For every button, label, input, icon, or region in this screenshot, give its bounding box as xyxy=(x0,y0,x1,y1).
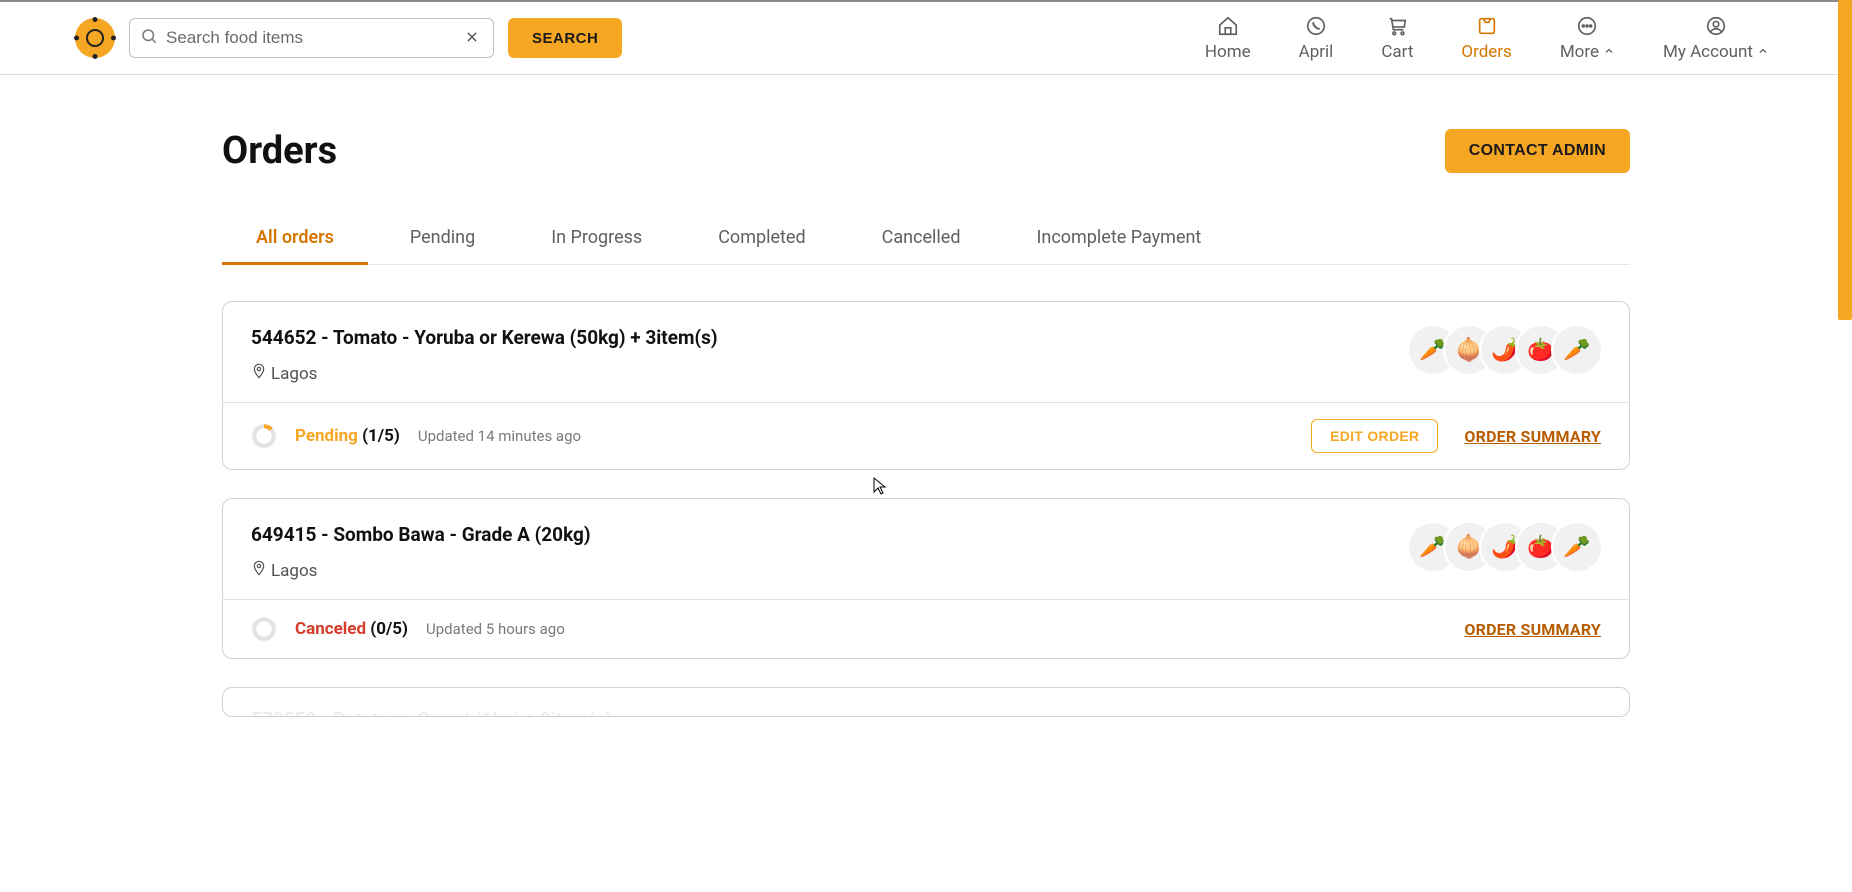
order-top: 649415 - Sombo Bawa - Grade A (20kg) Lag… xyxy=(223,499,1629,599)
order-card: 649415 - Sombo Bawa - Grade A (20kg) Lag… xyxy=(222,498,1630,659)
tab-completed[interactable]: Completed xyxy=(716,215,807,264)
nav-links: Home April Cart xyxy=(1205,14,1777,62)
order-summary-link[interactable]: ORDER SUMMARY xyxy=(1464,427,1601,446)
order-thumbnails: 🥕 🧅 🌶️ 🍅 🥕 xyxy=(1409,326,1601,374)
search-input[interactable] xyxy=(166,28,461,48)
order-info: 649415 - Sombo Bawa - Grade A (20kg) Lag… xyxy=(251,523,591,581)
order-title: 649415 - Sombo Bawa - Grade A (20kg) xyxy=(251,523,591,546)
nav-my-account-label: My Account xyxy=(1663,42,1769,62)
cart-icon xyxy=(1386,14,1408,38)
tab-all-orders[interactable]: All orders xyxy=(254,215,336,264)
page-header: Orders CONTACT ADMIN xyxy=(222,129,1630,173)
page-content: Orders CONTACT ADMIN All orders Pending … xyxy=(222,75,1630,717)
order-bottom: Pending (1/5) Updated 14 minutes ago EDI… xyxy=(223,402,1629,469)
nav-april-label: April xyxy=(1299,42,1334,62)
order-top: 544652 - Tomato - Yoruba or Kerewa (50kg… xyxy=(223,302,1629,402)
order-location: Lagos xyxy=(251,363,718,384)
order-actions: EDIT ORDER ORDER SUMMARY xyxy=(1311,419,1601,453)
order-summary-link[interactable]: ORDER SUMMARY xyxy=(1464,620,1601,639)
topbar-left: SEARCH xyxy=(75,18,622,58)
topbar: SEARCH Home April xyxy=(0,0,1852,75)
search-container xyxy=(129,18,494,58)
page-title: Orders xyxy=(222,129,337,173)
order-bottom: Canceled (0/5) Updated 5 hours ago ORDER… xyxy=(223,599,1629,658)
product-thumb: 🥕 xyxy=(1553,326,1601,374)
order-location-text: Lagos xyxy=(271,561,317,581)
account-icon xyxy=(1705,14,1727,38)
nav-my-account[interactable]: My Account xyxy=(1663,14,1769,62)
order-status: Pending (1/5) Updated 14 minutes ago xyxy=(251,423,581,449)
scrollbar[interactable] xyxy=(1838,0,1852,320)
order-updated: Updated 5 hours ago xyxy=(426,620,565,638)
search-button[interactable]: SEARCH xyxy=(508,18,622,58)
tab-cancelled[interactable]: Cancelled xyxy=(880,215,963,264)
tab-in-progress[interactable]: In Progress xyxy=(549,215,644,264)
nav-orders[interactable]: Orders xyxy=(1461,14,1511,62)
more-icon xyxy=(1576,14,1598,38)
nav-cart-label: Cart xyxy=(1381,42,1413,62)
nav-more[interactable]: More xyxy=(1560,14,1615,62)
order-thumbnails: 🥕 🧅 🌶️ 🍅 🥕 xyxy=(1409,523,1601,571)
order-status-text: Pending (1/5) xyxy=(295,426,400,446)
chevron-up-icon xyxy=(1603,42,1615,62)
order-status-text: Canceled (0/5) xyxy=(295,619,408,639)
location-pin-icon xyxy=(251,560,267,581)
order-top: 573552 - Potatoes, Sweet (1kg) + 2item(s… xyxy=(223,688,1629,717)
order-location-text: Lagos xyxy=(271,364,317,384)
location-pin-icon xyxy=(251,363,267,384)
product-thumb: 🥕 xyxy=(1553,523,1601,571)
tab-incomplete-payment[interactable]: Incomplete Payment xyxy=(1034,215,1203,264)
app-logo[interactable] xyxy=(75,18,115,58)
order-info: 544652 - Tomato - Yoruba or Kerewa (50kg… xyxy=(251,326,718,384)
order-actions: ORDER SUMMARY xyxy=(1464,620,1601,639)
nav-home-label: Home xyxy=(1205,42,1251,62)
order-tabs: All orders Pending In Progress Completed… xyxy=(222,215,1630,265)
order-title: 573552 - Potatoes, Sweet (1kg) + 2item(s… xyxy=(251,708,612,717)
order-card: 573552 - Potatoes, Sweet (1kg) + 2item(s… xyxy=(222,687,1630,717)
progress-ring-icon xyxy=(251,423,277,449)
search-icon xyxy=(140,27,158,49)
orders-icon xyxy=(1476,14,1498,38)
home-icon xyxy=(1217,14,1239,38)
nav-orders-label: Orders xyxy=(1461,42,1511,62)
progress-ring-icon xyxy=(251,616,277,642)
nav-home[interactable]: Home xyxy=(1205,14,1251,62)
edit-order-button[interactable]: EDIT ORDER xyxy=(1311,419,1438,453)
order-updated: Updated 14 minutes ago xyxy=(418,427,581,445)
clear-search-icon[interactable] xyxy=(461,25,483,52)
order-info: 573552 - Potatoes, Sweet (1kg) + 2item(s… xyxy=(251,708,612,717)
order-card: 544652 - Tomato - Yoruba or Kerewa (50kg… xyxy=(222,301,1630,470)
whatsapp-icon xyxy=(1305,14,1327,38)
chevron-up-icon xyxy=(1757,42,1769,62)
nav-cart[interactable]: Cart xyxy=(1381,14,1413,62)
order-location: Lagos xyxy=(251,560,591,581)
order-status: Canceled (0/5) Updated 5 hours ago xyxy=(251,616,565,642)
order-title: 544652 - Tomato - Yoruba or Kerewa (50kg… xyxy=(251,326,718,349)
nav-april[interactable]: April xyxy=(1299,14,1334,62)
contact-admin-button[interactable]: CONTACT ADMIN xyxy=(1445,129,1630,173)
tab-pending[interactable]: Pending xyxy=(408,215,477,264)
nav-more-label: More xyxy=(1560,42,1615,62)
